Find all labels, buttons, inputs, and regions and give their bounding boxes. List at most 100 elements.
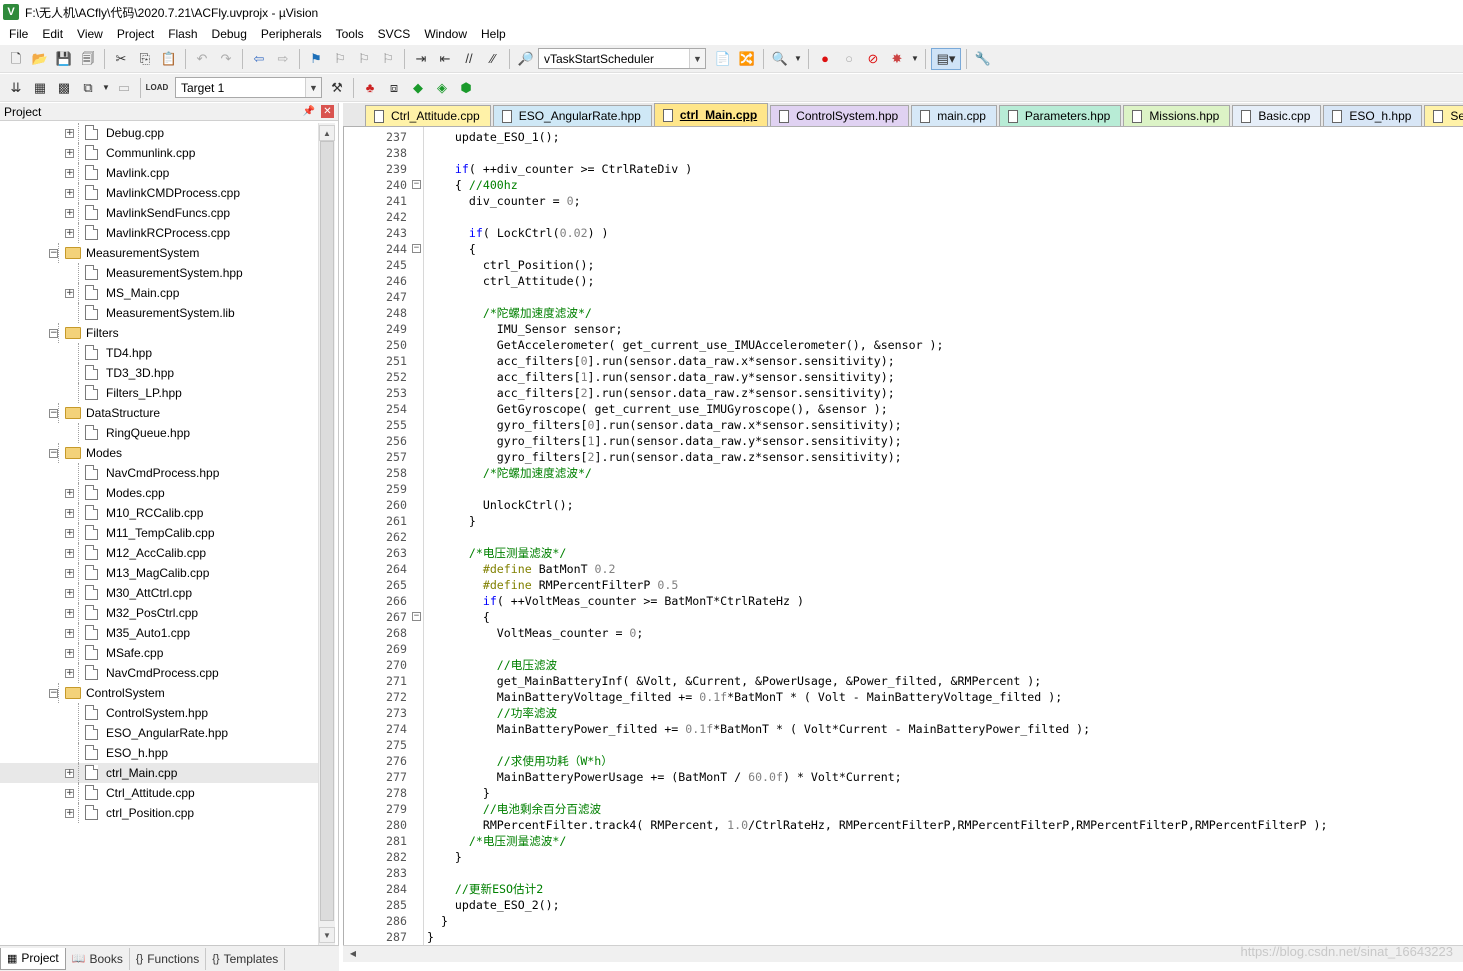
code-editor[interactable]: 237 update_ESO_1(); 238 239 if( ++div_coun… — [343, 127, 1463, 945]
disable-breakpoints-icon[interactable]: ⊘ — [862, 48, 884, 70]
code-line[interactable]: 284 //更新ESO估计2 — [344, 881, 1463, 897]
code-line[interactable]: 249 IMU_Sensor sensor; — [344, 321, 1463, 337]
code-line[interactable]: 269 — [344, 641, 1463, 657]
scroll-down-icon[interactable]: ▼ — [319, 927, 335, 943]
editor-tab[interactable]: Ctrl_Attitude.cpp — [365, 105, 491, 126]
expand-icon[interactable]: + — [65, 769, 74, 778]
code-line[interactable]: 237 update_ESO_1(); — [344, 129, 1463, 145]
code-line[interactable]: 253 acc_filters[2].run(sensor.data_raw.z… — [344, 385, 1463, 401]
target-combo[interactable]: Target 1 ▼ — [175, 77, 322, 98]
tree-file-row[interactable]: + Ctrl_Attitude.cpp — [0, 783, 318, 803]
code-line[interactable]: 270 //电压滤波 — [344, 657, 1463, 673]
code-line[interactable]: 254 GetGyroscope( get_current_use_IMUGyr… — [344, 401, 1463, 417]
new-file-icon[interactable]: 🗋 — [5, 48, 27, 70]
scroll-left-icon[interactable]: ◀ — [345, 947, 361, 961]
menu-tools[interactable]: Tools — [329, 24, 371, 44]
tree-file-row[interactable]: + Communlink.cpp — [0, 143, 318, 163]
navigate-forward-icon[interactable]: ⇨ — [272, 48, 294, 70]
redo-icon[interactable]: ↷ — [215, 48, 237, 70]
code-line[interactable]: 239 if( ++div_counter >= CtrlRateDiv ) — [344, 161, 1463, 177]
tree-file-row[interactable]: Filters_LP.hpp — [0, 383, 318, 403]
tree-file-row[interactable]: ESO_AngularRate.hpp — [0, 723, 318, 743]
code-line[interactable]: 276 //求使用功耗（W*h） — [344, 753, 1463, 769]
code-line[interactable]: 268 VoltMeas_counter = 0; — [344, 625, 1463, 641]
code-line[interactable]: 245 ctrl_Position(); — [344, 257, 1463, 273]
expand-icon[interactable]: + — [65, 669, 74, 678]
kill-breakpoints-icon[interactable]: ✸ — [886, 48, 908, 70]
code-line[interactable]: 260 UnlockCtrl(); — [344, 497, 1463, 513]
editor-tab[interactable]: Basic.cpp — [1232, 105, 1322, 126]
expand-icon[interactable]: + — [65, 789, 74, 798]
code-line[interactable]: 251 acc_filters[0].run(sensor.data_raw.x… — [344, 353, 1463, 369]
code-line[interactable]: 277 MainBatteryPowerUsage += (BatMonT / … — [344, 769, 1463, 785]
tree-file-row[interactable]: + MSafe.cpp — [0, 643, 318, 663]
expand-icon[interactable]: + — [65, 649, 74, 658]
tree-folder-row[interactable]: − ControlSystem — [0, 683, 318, 703]
expand-icon[interactable]: + — [65, 589, 74, 598]
select-software-packs-icon[interactable]: ◈ — [431, 77, 453, 99]
bookmark-prev-icon[interactable]: ⚐ — [329, 48, 351, 70]
tree-folder-row[interactable]: − Modes — [0, 443, 318, 463]
code-line[interactable]: 282 } — [344, 849, 1463, 865]
open-file-icon[interactable]: 📂 — [29, 48, 51, 70]
menu-debug[interactable]: Debug — [205, 24, 254, 44]
code-line[interactable]: 247 — [344, 289, 1463, 305]
code-line[interactable]: 263 /*电压测量滤波*/ — [344, 545, 1463, 561]
save-all-icon[interactable]: 🗐 — [77, 48, 99, 70]
tree-file-row[interactable]: + Debug.cpp — [0, 123, 318, 143]
code-line[interactable]: 273 //功率滤波 — [344, 705, 1463, 721]
tree-file-row[interactable]: TD4.hpp — [0, 343, 318, 363]
function-combo[interactable]: vTaskStartScheduler ▼ — [538, 48, 706, 69]
editor-tab[interactable]: Missions.hpp — [1123, 105, 1231, 126]
find-replace-icon[interactable]: 📄 — [712, 48, 734, 70]
tree-file-row[interactable]: + MavlinkCMDProcess.cpp — [0, 183, 318, 203]
tree-file-row[interactable]: RingQueue.hpp — [0, 423, 318, 443]
tree-file-row[interactable]: ControlSystem.hpp — [0, 703, 318, 723]
cut-icon[interactable]: ✂ — [110, 48, 132, 70]
expand-icon[interactable]: + — [65, 209, 74, 218]
code-line[interactable]: 242 — [344, 209, 1463, 225]
tree-file-row[interactable]: MeasurementSystem.lib — [0, 303, 318, 323]
expand-icon[interactable]: + — [65, 289, 74, 298]
unindent-icon[interactable]: ⇤ — [434, 48, 456, 70]
code-line[interactable]: 281 /*电压测量滤波*/ — [344, 833, 1463, 849]
tree-file-row[interactable]: + MavlinkRCProcess.cpp — [0, 223, 318, 243]
menu-svcs[interactable]: SVCS — [371, 24, 418, 44]
editor-tab[interactable]: ESO_AngularRate.hpp — [492, 105, 652, 126]
tree-file-row[interactable]: + ctrl_Main.cpp — [0, 763, 318, 783]
code-line[interactable]: 259 — [344, 481, 1463, 497]
tree-file-row[interactable]: NavCmdProcess.hpp — [0, 463, 318, 483]
menu-view[interactable]: View — [70, 24, 110, 44]
expand-icon[interactable]: + — [65, 629, 74, 638]
configure-icon[interactable]: 🔧 — [972, 48, 994, 70]
tab-templates[interactable]: {} Templates — [206, 947, 286, 970]
code-line[interactable]: 274 MainBatteryPower_filted += 0.1f*BatM… — [344, 721, 1463, 737]
code-line[interactable]: 264 #define BatMonT 0.2 — [344, 561, 1463, 577]
expand-icon[interactable]: + — [65, 609, 74, 618]
code-line[interactable]: 266 if( ++VoltMeas_counter >= BatMonT*Ct… — [344, 593, 1463, 609]
tree-file-row[interactable]: + M35_Auto1.cpp — [0, 623, 318, 643]
expand-icon[interactable]: + — [65, 189, 74, 198]
code-line[interactable]: 238 — [344, 145, 1463, 161]
tree-file-row[interactable]: + MavlinkSendFuncs.cpp — [0, 203, 318, 223]
code-line[interactable]: 250 GetAccelerometer( get_current_use_IM… — [344, 337, 1463, 353]
editor-tab[interactable]: ctrl_Main.cpp — [653, 103, 769, 126]
tree-file-row[interactable]: + M13_MagCalib.cpp — [0, 563, 318, 583]
incremental-find-icon[interactable]: 🔀 — [736, 48, 758, 70]
code-line[interactable]: 257 gyro_filters[2].run(sensor.data_raw.… — [344, 449, 1463, 465]
tree-file-row[interactable]: + NavCmdProcess.cpp — [0, 663, 318, 683]
code-line[interactable]: 255 gyro_filters[0].run(sensor.data_raw.… — [344, 417, 1463, 433]
tree-file-row[interactable]: + M10_RCCalib.cpp — [0, 503, 318, 523]
expand-icon[interactable]: + — [65, 489, 74, 498]
code-line[interactable]: 261 } — [344, 513, 1463, 529]
tree-folder-row[interactable]: − DataStructure — [0, 403, 318, 423]
menu-window[interactable]: Window — [417, 24, 474, 44]
tree-file-row[interactable]: + Mavlink.cpp — [0, 163, 318, 183]
tree-file-row[interactable]: + ctrl_Position.cpp — [0, 803, 318, 823]
menu-flash[interactable]: Flash — [161, 24, 204, 44]
code-line[interactable]: 241 div_counter = 0; — [344, 193, 1463, 209]
target-options-icon[interactable]: ⚒ — [326, 77, 348, 99]
code-line[interactable]: 272 MainBatteryVoltage_filted += 0.1f*Ba… — [344, 689, 1463, 705]
fold-collapse-icon[interactable]: − — [412, 244, 421, 253]
code-line[interactable]: 280 RMPercentFilter.track4( RMPercent, 1… — [344, 817, 1463, 833]
